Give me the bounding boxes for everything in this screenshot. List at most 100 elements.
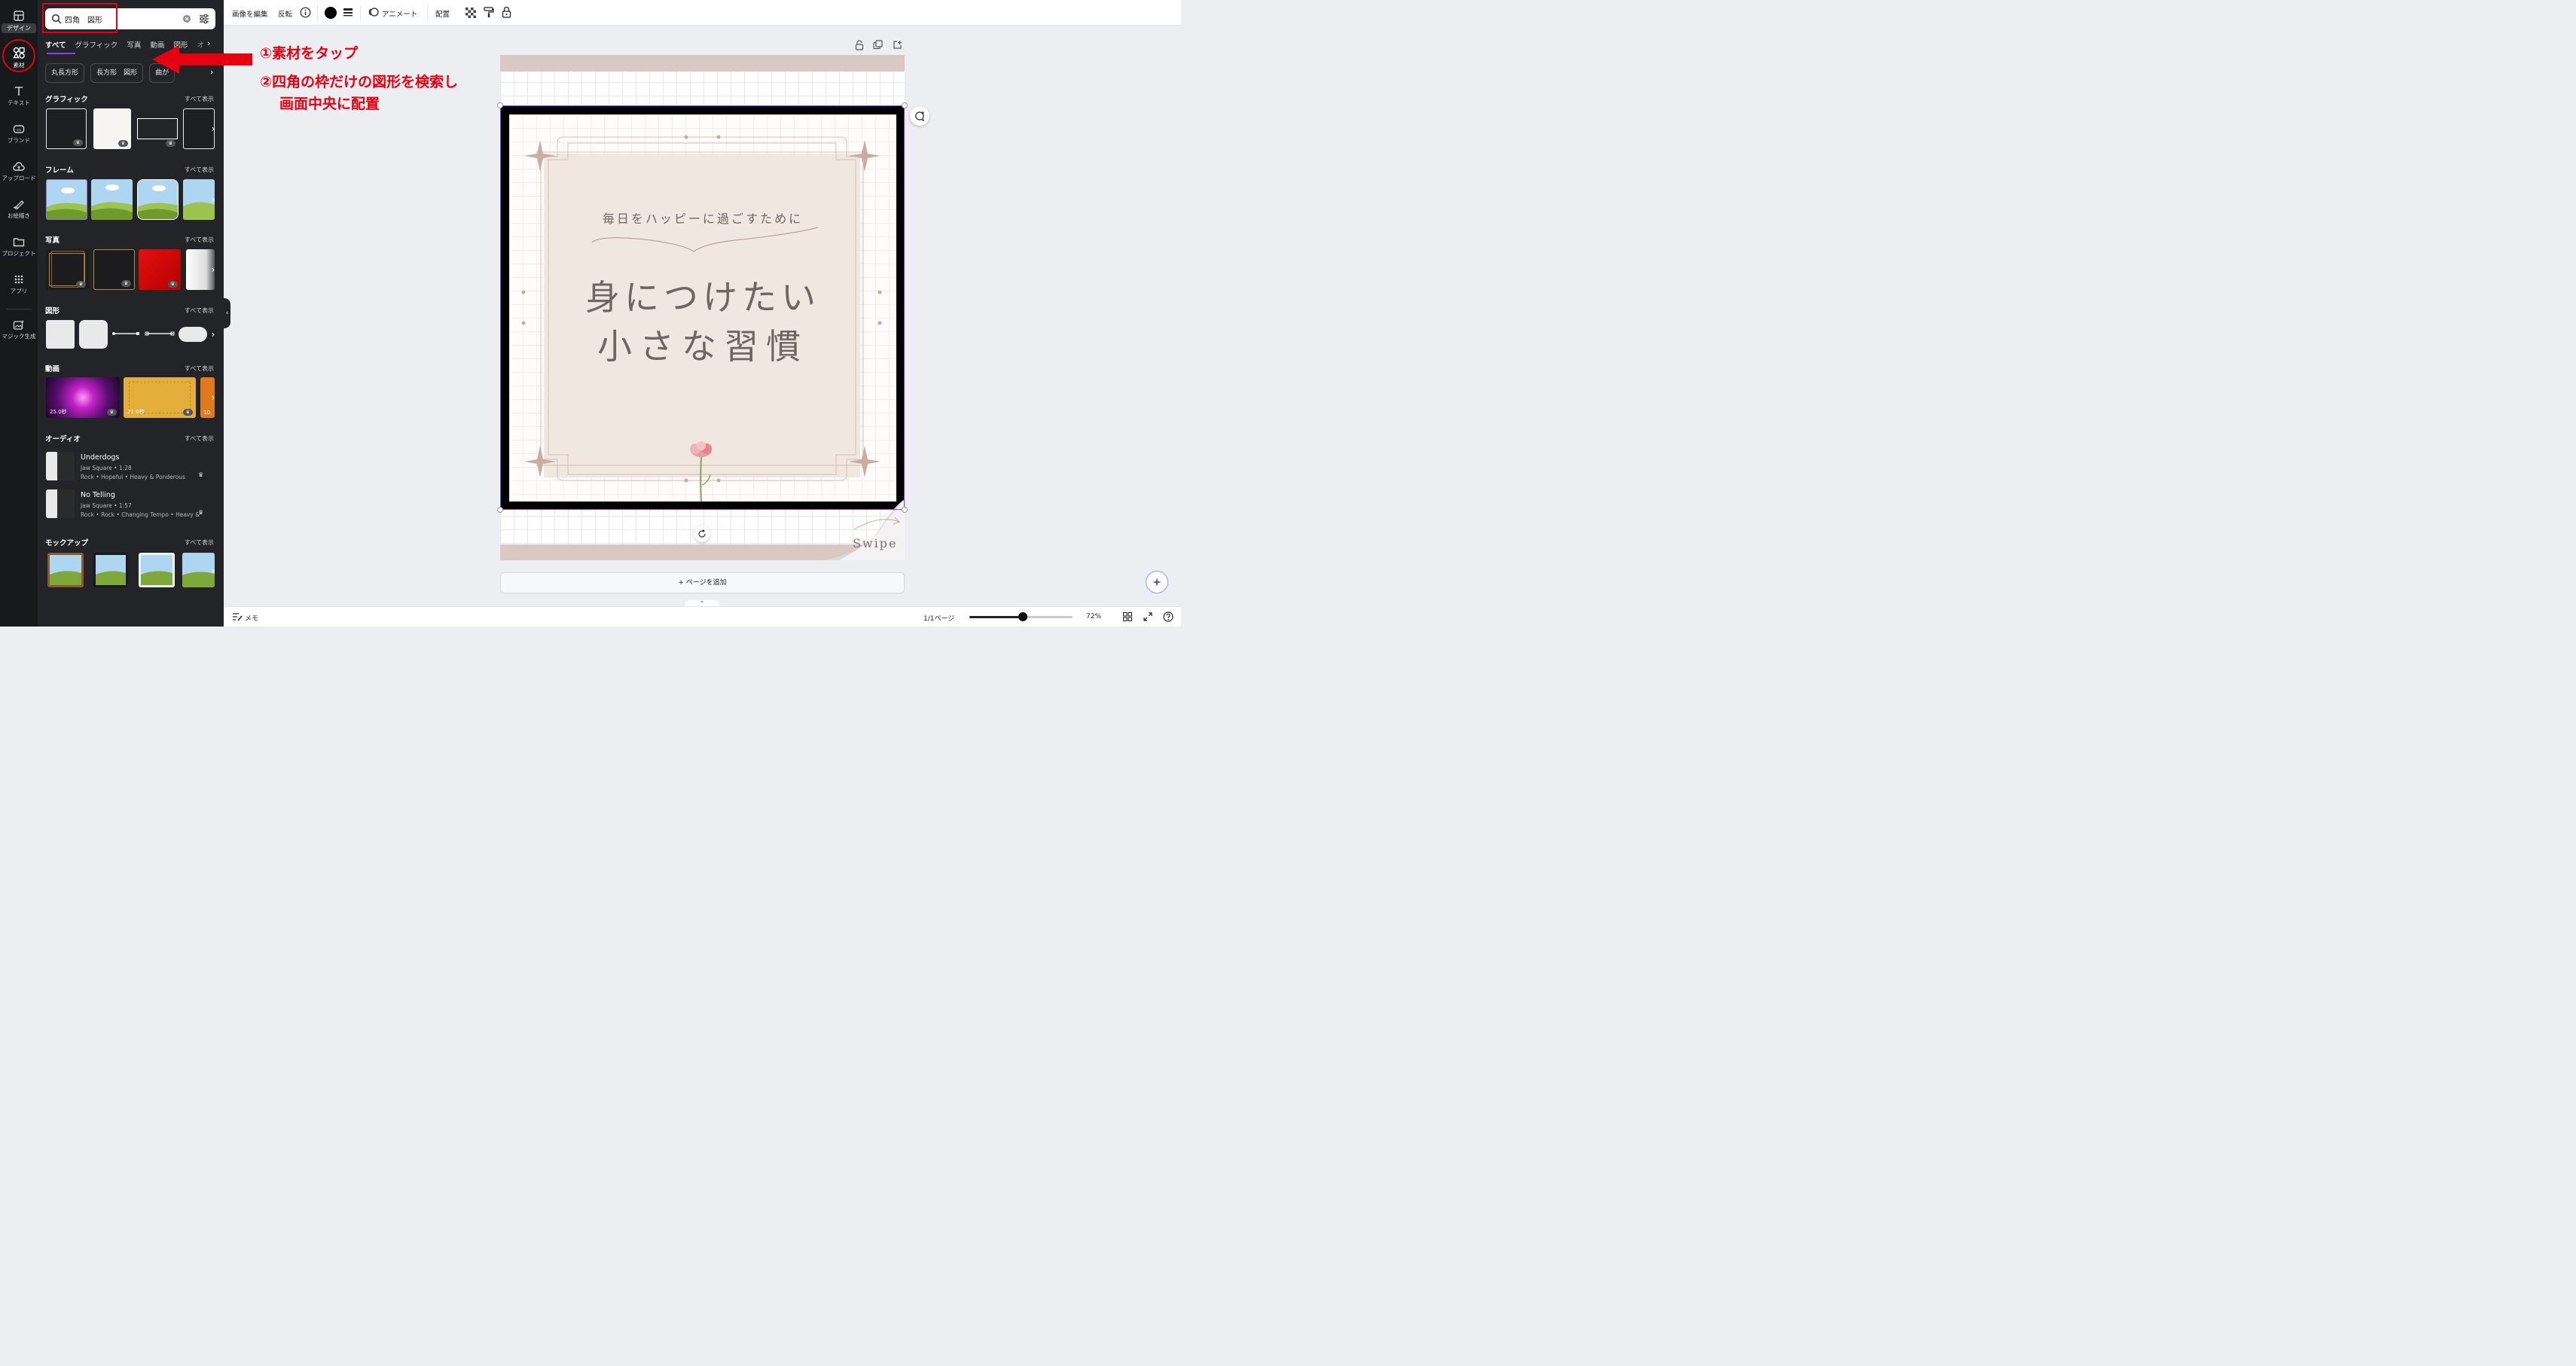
shape-square[interactable] xyxy=(46,320,75,349)
frame-thumb-3[interactable] xyxy=(137,179,179,220)
fill-color-swatch[interactable] xyxy=(325,7,337,19)
see-all-frames[interactable]: すべて表示 xyxy=(185,166,214,174)
frames-next-icon[interactable]: › xyxy=(208,191,218,209)
resize-handle-tr[interactable] xyxy=(902,102,908,108)
see-all-videos[interactable]: すべて表示 xyxy=(185,364,214,373)
grid-view-icon[interactable] xyxy=(1123,612,1132,621)
filter-icon[interactable] xyxy=(199,14,209,24)
add-page-button[interactable]: + ページを追加 xyxy=(500,572,905,593)
mockups-next-icon[interactable]: › xyxy=(208,562,218,580)
video-thumb-gold[interactable]: 21.0秒 ♛ xyxy=(124,377,196,418)
rail-apps[interactable]: アプリ xyxy=(0,270,38,306)
top-band xyxy=(500,55,905,72)
audio-title[interactable]: Underdogs xyxy=(81,453,119,462)
see-all-shapes[interactable]: すべて表示 xyxy=(185,306,214,315)
chip-rounded-rect[interactable]: 丸長方形 xyxy=(45,63,85,83)
rail-magic-media[interactable]: マジック生成 xyxy=(0,315,38,351)
rail-upload[interactable]: アップロード xyxy=(0,157,38,193)
edit-image-button[interactable]: 画像を編集 xyxy=(232,8,268,19)
paint-roller-icon[interactable] xyxy=(484,7,494,18)
frame-thumb-2[interactable] xyxy=(91,179,133,220)
graphics-next-icon[interactable]: › xyxy=(208,120,218,138)
rail-design[interactable]: デザイン xyxy=(0,6,38,42)
animate-button[interactable]: アニメート xyxy=(382,8,417,19)
tab-photos[interactable]: 写真 xyxy=(127,41,141,50)
audio-cover-2[interactable] xyxy=(46,489,75,518)
info-icon[interactable] xyxy=(300,7,311,18)
resize-handle-bl[interactable] xyxy=(497,507,503,513)
rotate-handle[interactable] xyxy=(694,526,710,542)
position-button[interactable]: 配置 xyxy=(435,8,450,19)
rail-text[interactable]: テキスト xyxy=(0,81,38,117)
swipe-label[interactable]: Swipe xyxy=(853,536,897,550)
see-all-mockups[interactable]: すべて表示 xyxy=(185,538,214,547)
canvas-title-line1[interactable]: 身につけたい xyxy=(509,270,896,320)
page-duplicate-icon[interactable] xyxy=(873,40,883,50)
draw-icon xyxy=(13,200,24,209)
transparency-icon[interactable] xyxy=(465,8,476,18)
lock-icon[interactable] xyxy=(502,6,511,18)
notes-button[interactable]: メモ xyxy=(245,613,258,623)
flip-button[interactable]: 反転 xyxy=(278,8,292,19)
audio-cover-1[interactable] xyxy=(46,452,75,480)
rail-elements[interactable]: 素材 xyxy=(0,39,38,78)
elements-panel: 四角 図形 すべて グラフィック 写真 動画 図形 オ › 丸長方形 長方形 図… xyxy=(38,0,224,627)
audio-title[interactable]: No Telling xyxy=(81,491,115,499)
mockup-thumb-black[interactable] xyxy=(93,553,128,587)
crown-icon: ♛ xyxy=(168,281,178,288)
shapes-next-icon[interactable]: › xyxy=(208,325,218,343)
photo-thumb-gold-frame-2[interactable]: ♛ xyxy=(93,249,135,290)
folder-icon xyxy=(13,238,25,247)
photo-thumb-red[interactable]: ♛ xyxy=(139,249,181,290)
rail-brand[interactable]: co ブランド xyxy=(0,119,38,155)
photos-next-icon[interactable]: › xyxy=(208,261,218,279)
zoom-slider[interactable] xyxy=(969,612,1073,621)
tab-graphics[interactable]: グラフィック xyxy=(75,41,118,50)
photo-thumb-gold-frame-1[interactable]: ♛ xyxy=(46,249,89,290)
shape-line-dot[interactable] xyxy=(111,330,140,337)
video-duration: 10. xyxy=(203,410,212,416)
rail-draw[interactable]: お絵描き xyxy=(0,194,38,230)
rail-brand-label: ブランド xyxy=(8,137,30,144)
comment-button[interactable] xyxy=(910,106,929,126)
bottom-bar: メモ 1/1ページ 72% xyxy=(224,606,1181,627)
clear-icon[interactable] xyxy=(183,15,191,23)
graphic-thumb-white-paper[interactable]: ♛ xyxy=(93,108,131,149)
annotation-step2-line1: ②四角の枠だけの図形を検索し xyxy=(260,74,459,90)
chip-rect-shape[interactable]: 長方形 図形 xyxy=(90,63,144,83)
active-tab-underline xyxy=(47,53,75,54)
rail-projects[interactable]: プロジェクト xyxy=(0,232,38,268)
canvas-title-line2[interactable]: 小さな習慣 xyxy=(509,319,896,369)
videos-next-icon[interactable]: › xyxy=(208,389,218,407)
zoom-level[interactable]: 72% xyxy=(1086,613,1101,620)
mockup-thumb-white[interactable] xyxy=(139,553,175,587)
help-icon[interactable] xyxy=(1163,611,1174,622)
page-count[interactable]: 1/1ページ xyxy=(923,613,954,623)
shape-line-square[interactable] xyxy=(145,330,175,337)
panel-collapse-handle[interactable]: ‹ xyxy=(224,298,230,328)
see-all-audio[interactable]: すべて表示 xyxy=(185,434,214,443)
rail-projects-label: プロジェクト xyxy=(2,250,36,257)
see-all-photos[interactable]: すべて表示 xyxy=(185,236,214,244)
toolbar-divider xyxy=(360,5,361,20)
graphic-thumb-black-frame[interactable]: ♛ xyxy=(46,108,87,149)
flower-illustration[interactable] xyxy=(685,440,718,502)
mockup-thumb-wood[interactable] xyxy=(47,553,84,587)
video-thumb-purple[interactable]: 25.0秒 ♛ xyxy=(46,377,120,418)
zoom-slider-knob[interactable] xyxy=(1018,612,1028,621)
frame-thumb-1[interactable] xyxy=(46,179,87,220)
assistant-button[interactable] xyxy=(1146,571,1168,593)
page-add-icon[interactable] xyxy=(893,40,902,50)
tab-all[interactable]: すべて xyxy=(45,41,66,50)
canvas-subtitle[interactable]: 毎日をハッピーに過ごすために xyxy=(509,209,896,227)
fullscreen-icon[interactable] xyxy=(1143,612,1152,621)
page-lock-icon[interactable] xyxy=(855,40,864,50)
resize-handle-br[interactable] xyxy=(902,507,908,513)
graphic-thumb-rect-outline[interactable]: ♛ xyxy=(136,108,179,149)
see-all-graphics[interactable]: すべて表示 xyxy=(185,95,214,103)
resize-handle-tl[interactable] xyxy=(497,102,503,108)
shape-pill[interactable] xyxy=(179,327,207,342)
border-style-icon[interactable] xyxy=(343,8,353,18)
canvas-page[interactable]: 毎日をハッピーに過ごすために 身につけたい 小さな習慣 Swipe xyxy=(500,55,905,560)
shape-rounded-square[interactable] xyxy=(79,320,108,349)
